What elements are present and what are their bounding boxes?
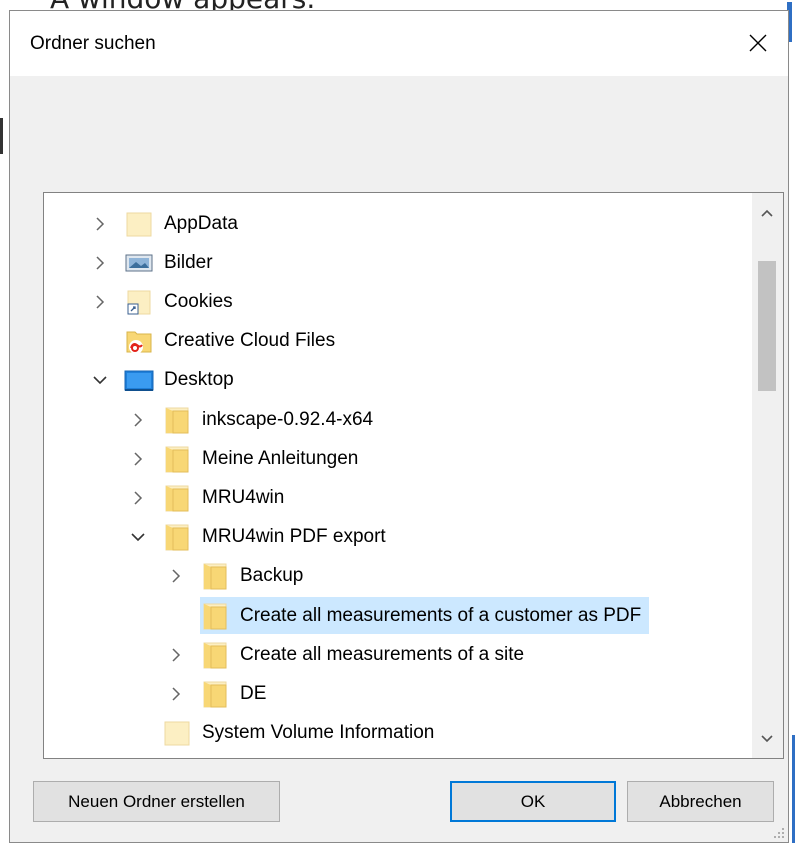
expand-chevron-right-icon[interactable] <box>128 488 148 508</box>
folder-icon <box>162 483 192 513</box>
dialog-title: Ordner suchen <box>30 33 156 54</box>
background-mark <box>0 118 3 154</box>
tree-item-label: Bilder <box>164 251 213 273</box>
tree-item[interactable]: DE <box>166 675 274 712</box>
resize-grip-icon[interactable] <box>773 827 785 839</box>
expand-chevron-right-icon[interactable] <box>128 410 148 430</box>
tree-item-content[interactable]: Backup <box>200 558 311 595</box>
folder-icon <box>200 561 230 591</box>
tree-item-content[interactable]: Meine Anleitungen <box>162 440 366 477</box>
expand-chevron-right-icon[interactable] <box>90 214 110 234</box>
expand-chevron-right-icon[interactable] <box>90 292 110 312</box>
scroll-up-arrow-icon[interactable] <box>759 206 775 222</box>
tree-item-label: Meine Anleitungen <box>202 447 359 469</box>
no-expander <box>128 723 148 743</box>
tree-item-label: Desktop <box>164 369 234 391</box>
new-folder-button[interactable]: Neuen Ordner erstellen <box>33 781 280 822</box>
tree-item-label: inkscape-0.92.4-x64 <box>202 408 374 430</box>
close-icon <box>749 34 767 52</box>
tree-item-label: Cookies <box>164 290 233 312</box>
folder-icon <box>200 601 230 631</box>
folder-icon <box>162 444 192 474</box>
folder-plain-icon <box>162 718 192 748</box>
folder-icon <box>162 405 192 435</box>
folder-icon <box>200 640 230 670</box>
no-expander <box>90 331 110 351</box>
tree-item-content[interactable]: MRU4win <box>162 479 292 516</box>
folder-icon <box>200 679 230 709</box>
tree-item-label: DE <box>240 682 267 704</box>
tree-item-content[interactable]: Bilder <box>124 244 221 281</box>
tree-item-label: MRU4win PDF export <box>202 526 386 548</box>
scrollbar-thumb[interactable] <box>758 261 776 391</box>
pictures-folder-icon <box>124 248 154 278</box>
tree-item-label: Creative Cloud Files <box>164 330 336 352</box>
tree-item-content[interactable]: Creative Cloud Files <box>124 323 343 360</box>
expand-chevron-down-icon[interactable] <box>90 370 110 390</box>
expand-chevron-right-icon[interactable] <box>166 645 186 665</box>
tree-item-label: System Volume Information <box>202 722 435 744</box>
tree-item[interactable]: Cookies <box>90 283 241 320</box>
tree-item[interactable]: AppData <box>90 205 246 242</box>
background-blue-edge-bottom <box>792 735 795 843</box>
tree-item[interactable]: MRU4win PDF export <box>128 519 394 556</box>
tree-item-content[interactable]: Create all measurements of a customer as… <box>200 597 650 634</box>
tree-item-label: AppData <box>164 212 238 234</box>
no-expander <box>166 606 186 626</box>
tree-item-content[interactable]: System Volume Information <box>162 715 442 752</box>
tree-item-label: Create all measurements of a customer as… <box>240 604 642 626</box>
tree-item-content[interactable]: Cookies <box>124 283 241 320</box>
tree-item[interactable]: Desktop <box>90 362 242 399</box>
tree-item[interactable]: MRU4win <box>128 479 292 516</box>
expand-chevron-down-icon[interactable] <box>128 527 148 547</box>
tree-item[interactable]: Backup <box>166 558 311 595</box>
creative-cloud-folder-icon <box>124 326 154 356</box>
tree-item[interactable]: Create all measurements of a site <box>166 636 532 673</box>
tree-item[interactable]: inkscape-0.92.4-x64 <box>128 401 381 438</box>
expand-chevron-right-icon[interactable] <box>166 566 186 586</box>
folder-browse-dialog: Ordner suchen System Volume Information D… <box>9 10 789 843</box>
tree-item-label: Create all measurements of a site <box>240 643 525 665</box>
tree-item[interactable]: Bilder <box>90 244 221 281</box>
tree-item[interactable]: Creative Cloud Files <box>90 323 343 360</box>
ok-button[interactable]: OK <box>450 781 616 822</box>
folder-tree[interactable]: System Volume Information DE Create all me… <box>43 192 784 759</box>
tree-item-label: MRU4win <box>202 486 285 508</box>
title-bar[interactable]: Ordner suchen <box>10 11 788 76</box>
folder-shortcut-icon <box>124 287 154 317</box>
tree-item[interactable]: Meine Anleitungen <box>128 440 366 477</box>
desktop-folder-icon <box>124 365 154 395</box>
scroll-down-arrow-icon[interactable] <box>759 730 775 746</box>
tree-item[interactable]: Create all measurements of a customer as… <box>166 597 650 634</box>
cancel-button[interactable]: Abbrechen <box>627 781 774 822</box>
close-button[interactable] <box>728 11 788 75</box>
expand-chevron-right-icon[interactable] <box>90 253 110 273</box>
tree-item-content[interactable]: Create all measurements of a site <box>200 636 532 673</box>
tree-item[interactable]: System Volume Information <box>128 715 442 752</box>
folder-icon <box>162 522 192 552</box>
vertical-scrollbar[interactable] <box>752 193 783 758</box>
tree-item-content[interactable]: AppData <box>124 205 246 242</box>
tree-item-content[interactable]: inkscape-0.92.4-x64 <box>162 401 381 438</box>
expand-chevron-right-icon[interactable] <box>166 684 186 704</box>
expand-chevron-right-icon[interactable] <box>128 449 148 469</box>
folder-plain-icon <box>124 209 154 239</box>
tree-item-content[interactable]: DE <box>200 675 274 712</box>
tree-item-label: Backup <box>240 565 304 587</box>
tree-item-content[interactable]: Desktop <box>124 362 242 399</box>
tree-item-content[interactable]: MRU4win PDF export <box>162 519 394 556</box>
